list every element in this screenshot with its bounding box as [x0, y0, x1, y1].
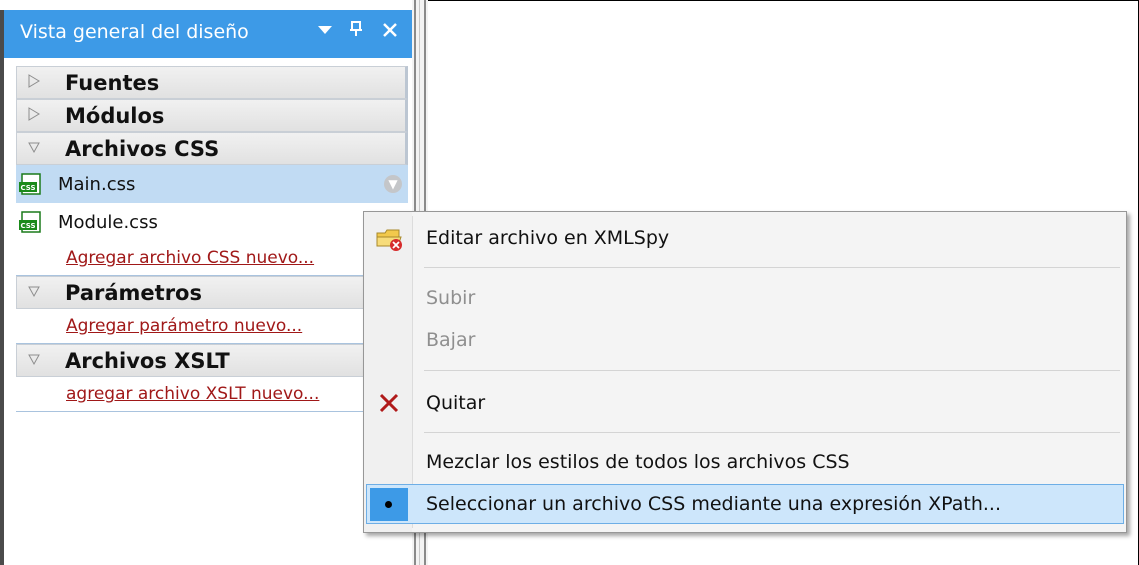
collapsed-triangle-icon[interactable] — [27, 73, 41, 93]
checked-bullet-icon — [370, 488, 408, 521]
add-xslt-row: agregar archivo XSLT nuevo... — [16, 377, 408, 412]
expanded-triangle-icon[interactable] — [27, 351, 41, 371]
menu-separator — [424, 267, 1120, 268]
bullet-dot — [385, 501, 392, 508]
menu-separator — [424, 432, 1120, 433]
css-file-main[interactable]: CSS Main.css ▼ — [16, 165, 408, 203]
panel-title: Vista general del diseño — [20, 21, 249, 43]
group-label: Archivos XSLT — [65, 349, 230, 373]
group-label: Archivos CSS — [65, 137, 220, 161]
close-icon[interactable] — [381, 19, 399, 43]
down-circle-icon[interactable]: ▼ — [384, 175, 402, 193]
menu-item-move-down[interactable]: Bajar — [366, 320, 1124, 360]
svg-text:CSS: CSS — [20, 184, 35, 192]
css-file-module[interactable]: CSS Module.css — [16, 203, 408, 241]
context-menu: Editar archivo en XMLSpy Subir Bajar Qui… — [363, 211, 1127, 533]
svg-text:CSS: CSS — [20, 222, 35, 230]
remove-x-icon — [379, 393, 399, 413]
panel-titlebar: Vista general del diseño — [4, 10, 412, 58]
menu-item-remove[interactable]: Quitar — [366, 383, 1124, 423]
css-file-icon: CSS — [19, 173, 41, 195]
menu-item-merge-styles[interactable]: Mezclar los estilos de todos los archivo… — [366, 442, 1124, 482]
menu-item-label: Quitar — [426, 392, 486, 414]
css-file-name: Module.css — [58, 212, 158, 233]
group-archivos-css[interactable]: Archivos CSS — [16, 132, 408, 165]
menu-item-edit-in-xmlspy[interactable]: Editar archivo en XMLSpy — [366, 218, 1124, 258]
expanded-triangle-icon[interactable] — [27, 139, 41, 159]
edit-folder-icon — [376, 229, 402, 251]
menu-item-select-css-xpath[interactable]: Seleccionar un archivo CSS mediante una … — [366, 484, 1124, 524]
menu-separator — [424, 370, 1120, 371]
collapsed-triangle-icon[interactable] — [27, 106, 41, 126]
menu-item-label: Bajar — [426, 329, 476, 351]
css-file-name: Main.css — [58, 174, 136, 195]
menu-item-label: Editar archivo en XMLSpy — [426, 227, 670, 249]
group-modulos[interactable]: Módulos — [16, 99, 408, 132]
design-overview-panel: Vista general del diseño Fuentes Módulos — [0, 0, 414, 565]
menu-item-move-up[interactable]: Subir — [366, 278, 1124, 318]
design-tree: Fuentes Módulos Archivos CSS CSS Main.cs… — [16, 66, 408, 412]
add-css-link[interactable]: Agregar archivo CSS nuevo... — [66, 248, 314, 268]
add-xslt-link[interactable]: agregar archivo XSLT nuevo... — [66, 384, 319, 404]
group-archivos-xslt[interactable]: Archivos XSLT — [16, 344, 408, 377]
group-label: Fuentes — [65, 71, 160, 95]
expanded-triangle-icon[interactable] — [27, 283, 41, 303]
pin-icon[interactable] — [348, 19, 364, 43]
add-param-row: Agregar parámetro nuevo... — [16, 309, 408, 344]
group-label: Módulos — [65, 104, 165, 128]
menu-item-label: Subir — [426, 287, 476, 309]
panel-left-border — [0, 10, 4, 565]
dropdown-arrow-icon[interactable] — [316, 19, 334, 43]
group-label: Parámetros — [65, 281, 202, 305]
add-css-row: Agregar archivo CSS nuevo... — [16, 241, 408, 276]
css-file-icon: CSS — [19, 211, 41, 233]
menu-item-label: Seleccionar un archivo CSS mediante una … — [426, 493, 1001, 515]
group-fuentes[interactable]: Fuentes — [16, 66, 408, 99]
menu-item-label: Mezclar los estilos de todos los archivo… — [426, 451, 850, 473]
group-parametros[interactable]: Parámetros — [16, 276, 408, 309]
add-parameter-link[interactable]: Agregar parámetro nuevo... — [66, 316, 302, 336]
